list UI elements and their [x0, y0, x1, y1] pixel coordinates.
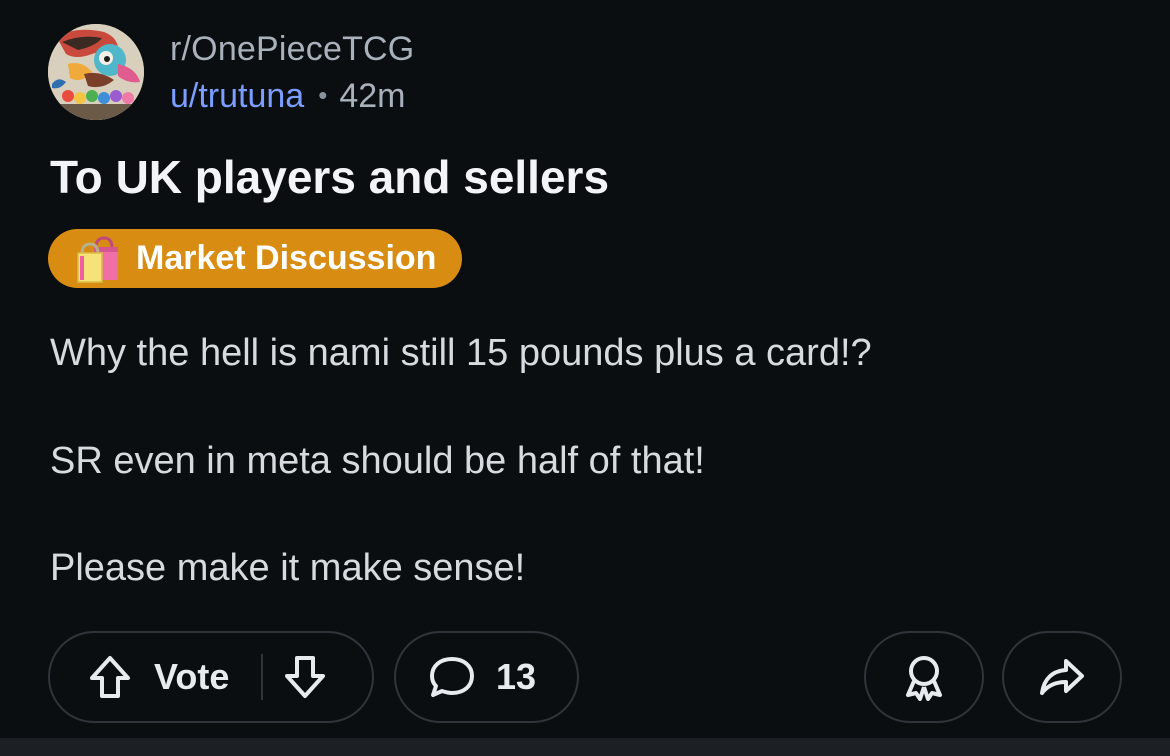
vote-divider: [261, 654, 264, 700]
arrow-down-icon[interactable]: [283, 654, 327, 700]
post-card[interactable]: r/OnePieceTCG u/trutuna • 42m To UK player…: [0, 0, 1170, 738]
subreddit-name[interactable]: r/OnePieceTCG: [170, 30, 414, 69]
post-meta: u/trutuna • 42m: [170, 77, 405, 116]
avatar-image: [48, 24, 144, 120]
vote-label[interactable]: Vote: [154, 656, 229, 698]
subreddit-avatar[interactable]: [48, 24, 144, 120]
post-timestamp: 42m: [339, 77, 406, 115]
award-button[interactable]: [864, 631, 984, 723]
comment-count: 13: [496, 656, 537, 697]
share-arrow-icon: [1038, 655, 1086, 699]
comment-bubble-icon: [428, 654, 476, 700]
shopping-bags-icon: [74, 234, 122, 284]
meta-separator: •: [318, 80, 328, 110]
post-body-line-2: SR even in meta should be half of that!: [50, 440, 705, 482]
author-username[interactable]: u/trutuna: [170, 77, 304, 115]
bottom-divider: [0, 738, 1170, 756]
award-icon: [902, 653, 946, 701]
post-body-line-1: Why the hell is nami still 15 pounds plu…: [50, 332, 872, 374]
vote-control: Vote: [48, 631, 374, 723]
comments-button[interactable]: 13: [394, 631, 579, 723]
flair-label: Market Discussion: [136, 239, 437, 277]
post-body-line-3: Please make it make sense!: [50, 547, 526, 589]
post-flair[interactable]: Market Discussion: [48, 229, 463, 288]
post-title[interactable]: To UK players and sellers: [50, 150, 609, 204]
share-button[interactable]: [1002, 631, 1122, 723]
arrow-up-icon[interactable]: [88, 654, 132, 700]
